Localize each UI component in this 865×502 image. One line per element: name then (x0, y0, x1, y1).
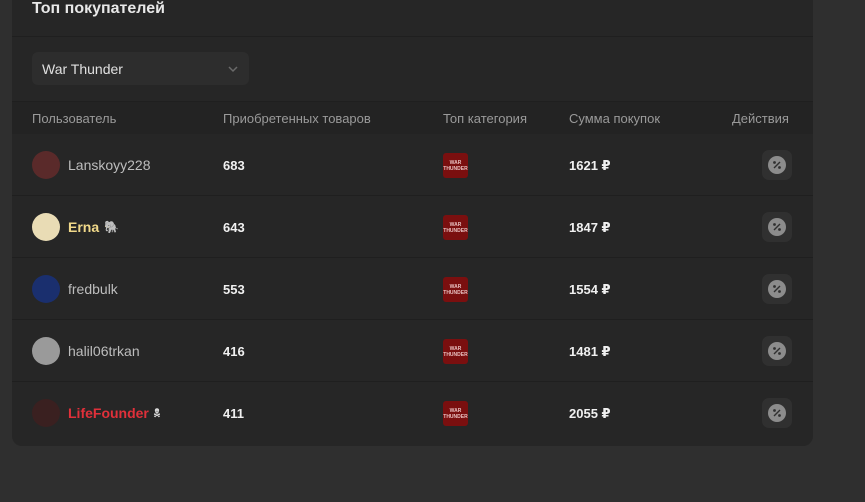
user-name[interactable]: LifeFounder 🕱 (68, 405, 160, 421)
war-thunder-logo-icon: WAR THUNDER (443, 277, 468, 302)
chevron-down-icon (228, 65, 238, 72)
user-badge-icon: 🕱 (153, 405, 161, 420)
header-user: Пользователь (32, 111, 117, 126)
table-row: Lanskoyy228 683 WAR THUNDER 1621 ₽ (12, 134, 813, 196)
panel-title: Топ покупателей (32, 0, 165, 17)
user-name-text: LifeFounder (68, 405, 149, 421)
purchase-sum: 1621 ₽ (569, 158, 611, 173)
war-thunder-logo-icon: WAR THUNDER (443, 215, 468, 240)
user-name-text: Lanskoyy228 (68, 157, 151, 173)
purchase-sum: 1847 ₽ (569, 220, 611, 235)
bought-count: 683 (223, 158, 245, 173)
purchase-sum: 1481 ₽ (569, 344, 611, 359)
user-name-text: Erna (68, 219, 100, 235)
user-name[interactable]: halil06trkan (68, 343, 145, 359)
discount-icon (768, 218, 786, 236)
user-name-text: fredbulk (68, 281, 118, 297)
bought-count: 643 (223, 220, 245, 235)
table-header: Пользователь Приобретенных товаров Топ к… (12, 102, 813, 134)
bought-count: 553 (223, 282, 245, 297)
game-select-value: War Thunder (42, 60, 123, 77)
top-buyers-panel: Топ покупателей War Thunder Пользователь… (12, 0, 813, 446)
table-row: LifeFounder 🕱 411 WAR THUNDER 2055 ₽ (12, 382, 813, 444)
discount-icon (768, 156, 786, 174)
header-bought: Приобретенных товаров (223, 111, 371, 126)
user-name[interactable]: fredbulk (68, 281, 123, 297)
discount-icon (768, 342, 786, 360)
purchase-sum: 2055 ₽ (569, 406, 611, 421)
avatar[interactable] (32, 213, 60, 241)
war-thunder-logo-icon: WAR THUNDER (443, 339, 468, 364)
header-sum: Сумма покупок (569, 111, 661, 126)
table-row: fredbulk 553 WAR THUNDER 1554 ₽ (12, 258, 813, 320)
user-name-text: halil06trkan (68, 343, 140, 359)
game-select-dropdown[interactable]: War Thunder (32, 52, 249, 85)
discount-icon (768, 280, 786, 298)
bought-count: 416 (223, 344, 245, 359)
war-thunder-logo-icon: WAR THUNDER (443, 153, 468, 178)
purchase-sum: 1554 ₽ (569, 282, 611, 297)
table-row: Erna 🐘 643 WAR THUNDER 1847 ₽ (12, 196, 813, 258)
avatar[interactable] (32, 399, 60, 427)
avatar[interactable] (32, 151, 60, 179)
discount-icon (768, 404, 786, 422)
avatar[interactable] (32, 275, 60, 303)
bought-count: 411 (223, 406, 244, 421)
avatar[interactable] (32, 337, 60, 365)
table-body: Lanskoyy228 683 WAR THUNDER 1621 ₽ Erna 🐘… (12, 134, 813, 444)
user-badge-icon: 🐘 (104, 220, 120, 234)
title-divider (12, 36, 813, 37)
table-row: halil06trkan 416 WAR THUNDER 1481 ₽ (12, 320, 813, 382)
discount-button[interactable] (762, 398, 792, 428)
header-actions: Действия (732, 111, 789, 126)
discount-button[interactable] (762, 150, 792, 180)
discount-button[interactable] (762, 212, 792, 242)
user-name[interactable]: Erna 🐘 (68, 219, 119, 235)
discount-button[interactable] (762, 336, 792, 366)
war-thunder-logo-icon: WAR THUNDER (443, 401, 468, 426)
header-category: Топ категория (443, 111, 527, 126)
user-name[interactable]: Lanskoyy228 (68, 157, 156, 173)
discount-button[interactable] (762, 274, 792, 304)
